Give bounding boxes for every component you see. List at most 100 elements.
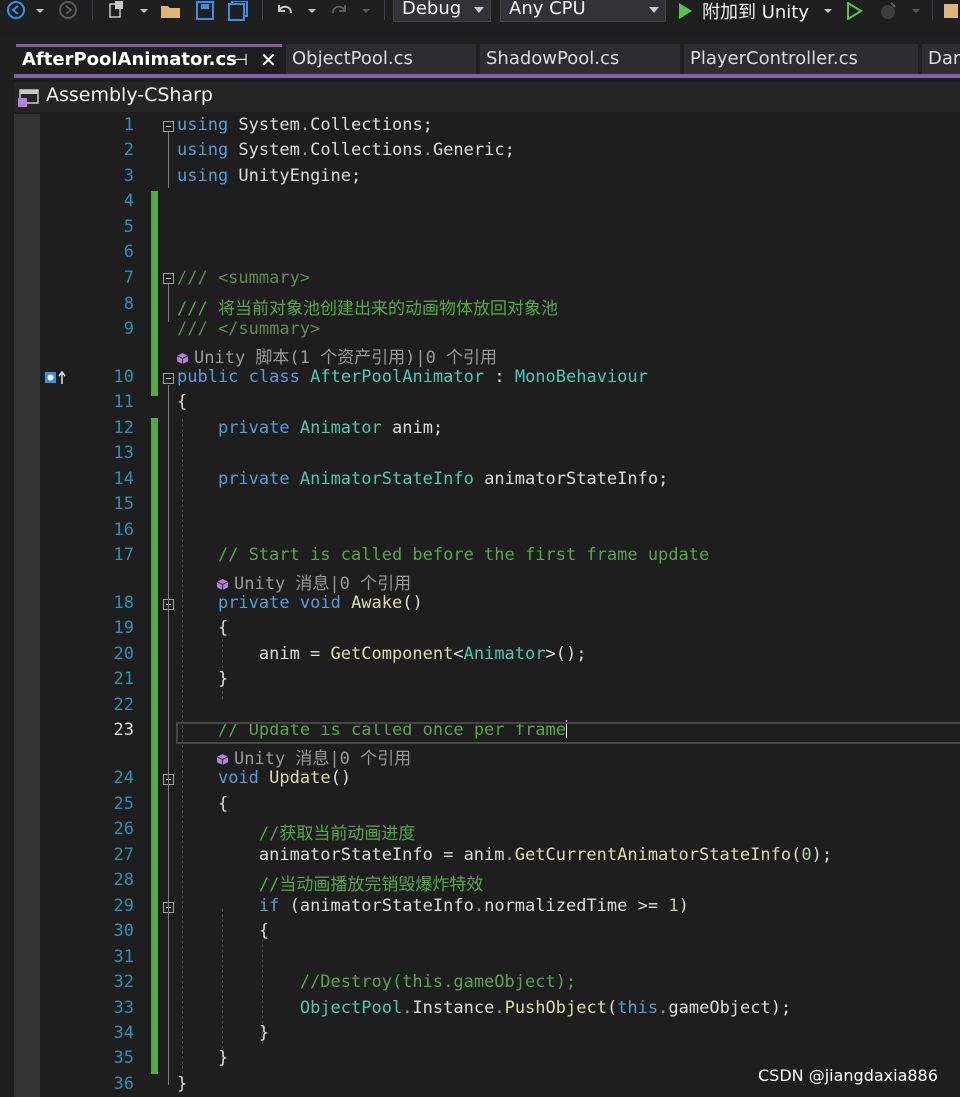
code-line[interactable]: private AnimatorStateInfo animatorStateI… xyxy=(177,469,668,489)
codelens-reference[interactable]: Unity 消息|0 个引用 xyxy=(217,569,411,594)
code-line[interactable]: public class AfterPoolAnimator : MonoBeh… xyxy=(177,367,648,387)
chevron-down-icon[interactable] xyxy=(304,0,320,22)
line-number: 7 xyxy=(123,268,134,288)
line-number: 13 xyxy=(113,443,134,463)
solution-explorer-icon[interactable] xyxy=(942,0,960,22)
changed-lines-marker xyxy=(151,268,158,396)
unity-cube-icon xyxy=(217,753,228,765)
indicator-margin xyxy=(14,114,40,1097)
attach-to-unity-button[interactable]: 附加到 Unity xyxy=(676,0,826,23)
outlining-line xyxy=(168,611,169,771)
outlining-line xyxy=(168,284,169,322)
chevron-down-icon[interactable] xyxy=(820,0,836,22)
outlining-line xyxy=(168,786,169,896)
undo-icon[interactable] xyxy=(272,0,298,22)
line-number: 30 xyxy=(113,921,134,941)
code-line[interactable]: ObjectPool.Instance.PushObject(this.game… xyxy=(177,998,791,1018)
line-number: 12 xyxy=(113,418,134,438)
line-number: 18 xyxy=(113,593,134,613)
code-line[interactable]: { xyxy=(177,392,187,412)
tab-label: ShadowPool.cs xyxy=(486,48,620,69)
codelens-reference[interactable]: Unity 消息|0 个引用 xyxy=(217,744,411,769)
tab-afterpoolanimator[interactable]: AfterPoolAnimator.cs ⊣ ✕ xyxy=(16,44,282,74)
line-number: 34 xyxy=(113,1023,134,1043)
new-item-icon[interactable] xyxy=(104,0,130,22)
code-line[interactable]: { xyxy=(177,794,228,814)
code-editor[interactable]: 1 2 3 4 5 6 7 8 9 10 11 12 13 14 15 16 17 18 19 20 21 22 23 24 2… xyxy=(14,114,960,1097)
watermark: CSDN @jiangdaxia886 xyxy=(758,1066,938,1085)
platform-dropdown[interactable]: Any CPU xyxy=(500,0,666,22)
code-line[interactable]: { xyxy=(177,618,228,638)
code-line[interactable]: void Update() xyxy=(177,768,351,788)
project-icon xyxy=(18,88,40,112)
code-line[interactable]: animatorStateInfo = anim.GetCurrentAnima… xyxy=(177,845,832,865)
codelens-reference[interactable]: Unity 脚本(1 个资产引用)|0 个引用 xyxy=(177,343,497,368)
line-number: 15 xyxy=(113,494,134,514)
line-number: 36 xyxy=(113,1074,134,1094)
tab-shadowpool[interactable]: ShadowPool.cs xyxy=(480,44,680,74)
toolbar: Debug Any CPU 附加到 Unity xyxy=(0,0,960,24)
line-number: 28 xyxy=(113,870,134,890)
open-file-icon[interactable] xyxy=(158,0,184,22)
attach-label: 附加到 Unity xyxy=(702,2,810,23)
tab-playercontroller[interactable]: PlayerController.cs xyxy=(684,44,918,74)
outlining-line xyxy=(168,132,169,188)
code-line[interactable]: anim = GetComponent<Animator>(); xyxy=(177,644,587,664)
code-line[interactable]: /// </summary> xyxy=(177,319,320,339)
line-number: 8 xyxy=(123,294,134,314)
collapse-toggle-icon[interactable] xyxy=(163,373,174,384)
chevron-down-icon[interactable] xyxy=(908,0,924,22)
tab-label: PlayerController.cs xyxy=(690,48,858,69)
bookmark-breakpoint-icon[interactable] xyxy=(44,370,68,390)
code-line[interactable]: private Animator anim; xyxy=(177,418,443,438)
close-icon[interactable]: ✕ xyxy=(260,47,277,73)
hot-reload-icon[interactable] xyxy=(876,0,902,22)
line-number: 10 xyxy=(113,367,134,387)
tab-objectpool[interactable]: ObjectPool.cs xyxy=(286,44,476,74)
line-number: 21 xyxy=(113,669,134,689)
chevron-down-icon xyxy=(474,7,484,13)
unity-cube-icon xyxy=(217,578,228,590)
code-line[interactable]: //Destroy(this.gameObject); xyxy=(177,972,576,992)
code-line[interactable]: /// <summary> xyxy=(177,268,310,288)
line-number: 31 xyxy=(113,947,134,967)
save-icon[interactable] xyxy=(192,0,218,22)
code-line[interactable]: private void Awake() xyxy=(177,593,423,613)
platform-value: Any CPU xyxy=(509,0,586,19)
code-line[interactable]: } xyxy=(177,1023,269,1043)
code-line[interactable]: //当动画播放完销毁爆炸特效 xyxy=(177,870,483,895)
line-number: 32 xyxy=(113,972,134,992)
run-without-debug-icon[interactable] xyxy=(842,0,866,22)
collapse-toggle-icon[interactable] xyxy=(163,121,174,132)
line-number: 23 xyxy=(113,720,134,740)
redo-icon[interactable] xyxy=(326,0,352,22)
code-line[interactable]: using System.Collections.Generic; xyxy=(177,140,515,160)
code-line[interactable]: } xyxy=(177,1074,187,1094)
code-line[interactable]: } xyxy=(177,669,228,689)
collapse-toggle-icon[interactable] xyxy=(163,273,174,284)
code-line[interactable]: //获取当前动画进度 xyxy=(177,819,415,844)
forward-icon[interactable] xyxy=(56,0,80,22)
chevron-down-icon[interactable] xyxy=(358,0,374,22)
tab-dan[interactable]: Dan xyxy=(922,44,960,74)
solution-config-dropdown[interactable]: Debug xyxy=(393,0,491,22)
line-number: 4 xyxy=(123,191,134,211)
code-line[interactable]: using System.Collections; xyxy=(177,115,433,135)
line-number: 20 xyxy=(113,644,134,664)
tab-label: Dan xyxy=(928,48,960,69)
chevron-down-icon[interactable] xyxy=(32,0,48,22)
pin-icon[interactable]: ⊣ xyxy=(234,47,248,73)
code-line[interactable]: if (animatorStateInfo.normalizedTime >= … xyxy=(177,896,689,916)
chevron-down-icon[interactable] xyxy=(136,0,152,22)
line-number: 35 xyxy=(113,1048,134,1068)
project-dropdown[interactable]: Assembly-CSharp xyxy=(46,84,213,106)
back-icon[interactable] xyxy=(4,0,28,22)
code-line[interactable]: { xyxy=(177,921,269,941)
code-line[interactable]: using UnityEngine; xyxy=(177,166,361,186)
code-line[interactable]: /// 将当前对象池创建出来的动画物体放回对象池 xyxy=(177,294,558,319)
chevron-down-icon xyxy=(649,7,659,13)
code-line[interactable]: // Start is called before the first fram… xyxy=(177,545,709,565)
save-all-icon[interactable] xyxy=(224,0,252,22)
start-icon xyxy=(679,3,692,19)
code-line[interactable]: } xyxy=(177,1048,228,1068)
